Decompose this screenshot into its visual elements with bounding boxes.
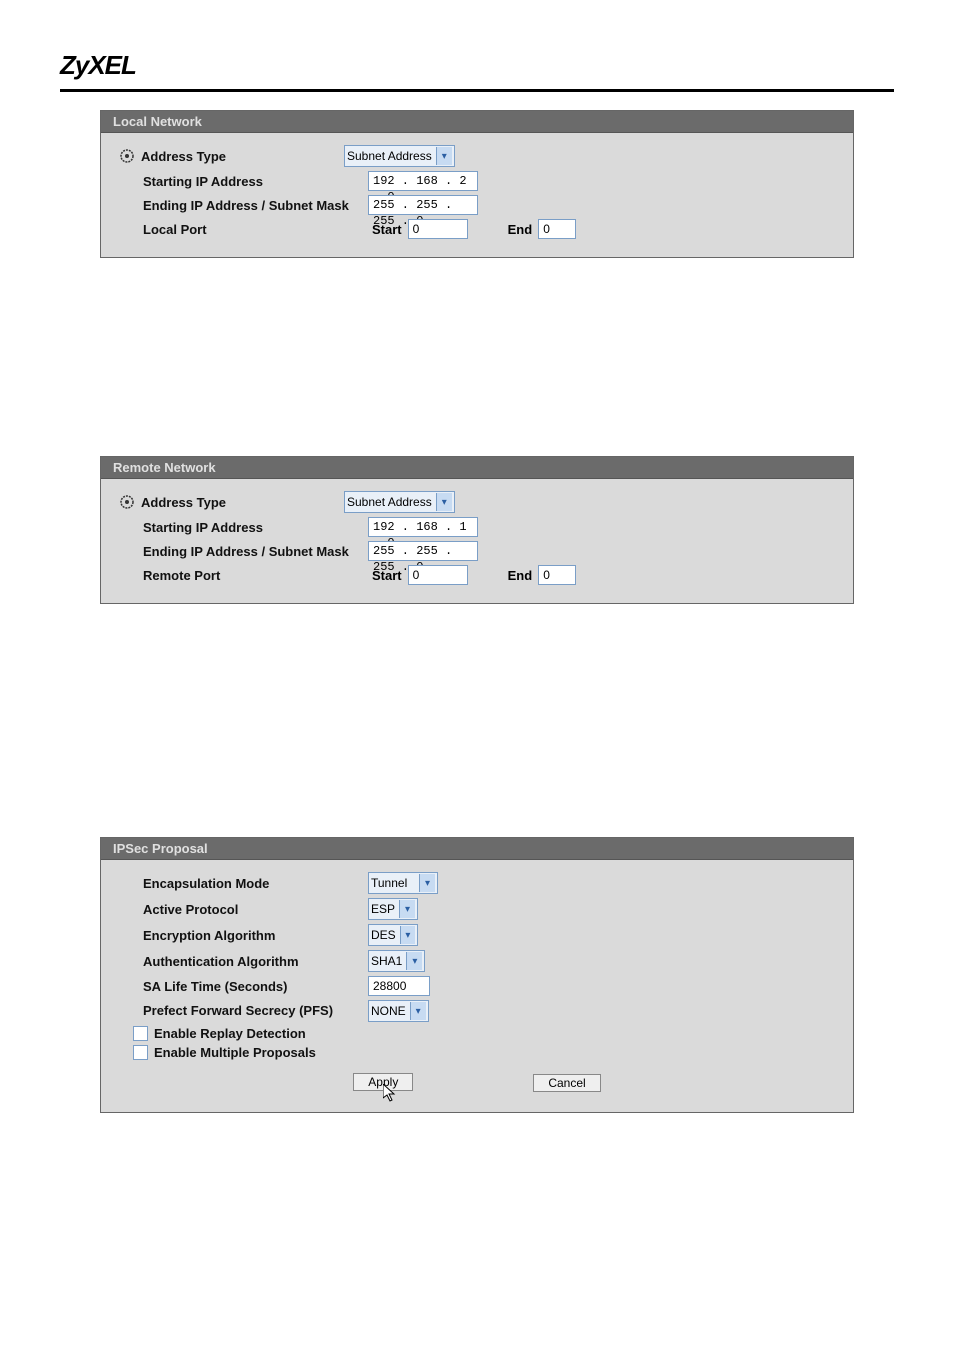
local-network-panel: Local Network Address Type Subnet Addres… xyxy=(100,110,854,258)
ipsec-proposal-header: IPSec Proposal xyxy=(101,838,853,860)
pfs-label: Prefect Forward Secrecy (PFS) xyxy=(113,1004,368,1018)
remote-port-start-label: Start xyxy=(372,568,402,583)
brand-logo: ZyXEL xyxy=(60,50,136,80)
gear-icon xyxy=(119,148,135,164)
local-port-end-input[interactable]: 0 xyxy=(538,219,576,239)
remote-port-label: Remote Port xyxy=(113,568,368,583)
chevron-down-icon: ▾ xyxy=(406,952,422,970)
local-port-label: Local Port xyxy=(113,222,368,237)
local-port-start-label: Start xyxy=(372,222,402,237)
local-starting-ip-input[interactable]: 192 . 168 . 2 . 0 xyxy=(368,171,478,191)
ipsec-proposal-panel: IPSec Proposal Encapsulation Mode Tunnel… xyxy=(100,837,854,1113)
sa-life-label: SA Life Time (Seconds) xyxy=(113,979,368,994)
chevron-down-icon: ▾ xyxy=(436,493,452,511)
local-port-end-label: End xyxy=(508,222,533,237)
cancel-button[interactable]: Cancel xyxy=(533,1074,600,1092)
encap-mode-select[interactable]: Tunnel ▾ xyxy=(368,872,438,894)
auth-alg-select[interactable]: SHA1 ▾ xyxy=(368,950,425,972)
chevron-down-icon: ▾ xyxy=(400,926,415,944)
remote-address-type-select[interactable]: Subnet Address ▾ xyxy=(344,491,455,513)
remote-port-start-input[interactable]: 0 xyxy=(408,565,468,585)
local-address-type-select[interactable]: Subnet Address ▾ xyxy=(344,145,455,167)
active-protocol-select[interactable]: ESP ▾ xyxy=(368,898,418,920)
remote-address-type-label: Address Type xyxy=(113,494,344,510)
replay-detection-row: Enable Replay Detection xyxy=(113,1026,358,1041)
local-address-type-label: Address Type xyxy=(113,148,344,164)
divider xyxy=(60,89,894,92)
chevron-down-icon: ▾ xyxy=(399,900,415,918)
chevron-down-icon: ▾ xyxy=(436,147,452,165)
auth-alg-label: Authentication Algorithm xyxy=(113,954,368,969)
chevron-down-icon: ▾ xyxy=(419,874,435,892)
encryption-alg-label: Encryption Algorithm xyxy=(113,928,368,943)
local-starting-ip-label: Starting IP Address xyxy=(113,174,368,189)
encap-mode-label: Encapsulation Mode xyxy=(113,876,368,891)
remote-network-panel: Remote Network Address Type Subnet Addre… xyxy=(100,456,854,604)
remote-ending-ip-label: Ending IP Address / Subnet Mask xyxy=(113,544,368,559)
multi-proposals-label: Enable Multiple Proposals xyxy=(154,1045,316,1060)
local-port-start-input[interactable]: 0 xyxy=(408,219,468,239)
remote-starting-ip-label: Starting IP Address xyxy=(113,520,368,535)
local-network-header: Local Network xyxy=(101,111,853,133)
remote-port-end-label: End xyxy=(508,568,533,583)
remote-ending-ip-input[interactable]: 255 . 255 . 255 . 0 xyxy=(368,541,478,561)
replay-detection-checkbox[interactable] xyxy=(133,1026,148,1041)
apply-button[interactable]: Apply xyxy=(353,1073,413,1091)
sa-life-input[interactable]: 28800 xyxy=(368,976,430,996)
remote-starting-ip-input[interactable]: 192 . 168 . 1 . 0 xyxy=(368,517,478,537)
replay-detection-label: Enable Replay Detection xyxy=(154,1026,306,1041)
active-protocol-label: Active Protocol xyxy=(113,902,368,917)
chevron-down-icon: ▾ xyxy=(410,1002,426,1020)
remote-network-header: Remote Network xyxy=(101,457,853,479)
pfs-select[interactable]: NONE ▾ xyxy=(368,1000,429,1022)
local-ending-ip-label: Ending IP Address / Subnet Mask xyxy=(113,198,368,213)
remote-port-end-input[interactable]: 0 xyxy=(538,565,576,585)
multi-proposals-checkbox[interactable] xyxy=(133,1045,148,1060)
gear-icon xyxy=(119,494,135,510)
encryption-alg-select[interactable]: DES ▾ xyxy=(368,924,418,946)
local-ending-ip-input[interactable]: 255 . 255 . 255 . 0 xyxy=(368,195,478,215)
multi-proposals-row: Enable Multiple Proposals xyxy=(113,1045,358,1060)
